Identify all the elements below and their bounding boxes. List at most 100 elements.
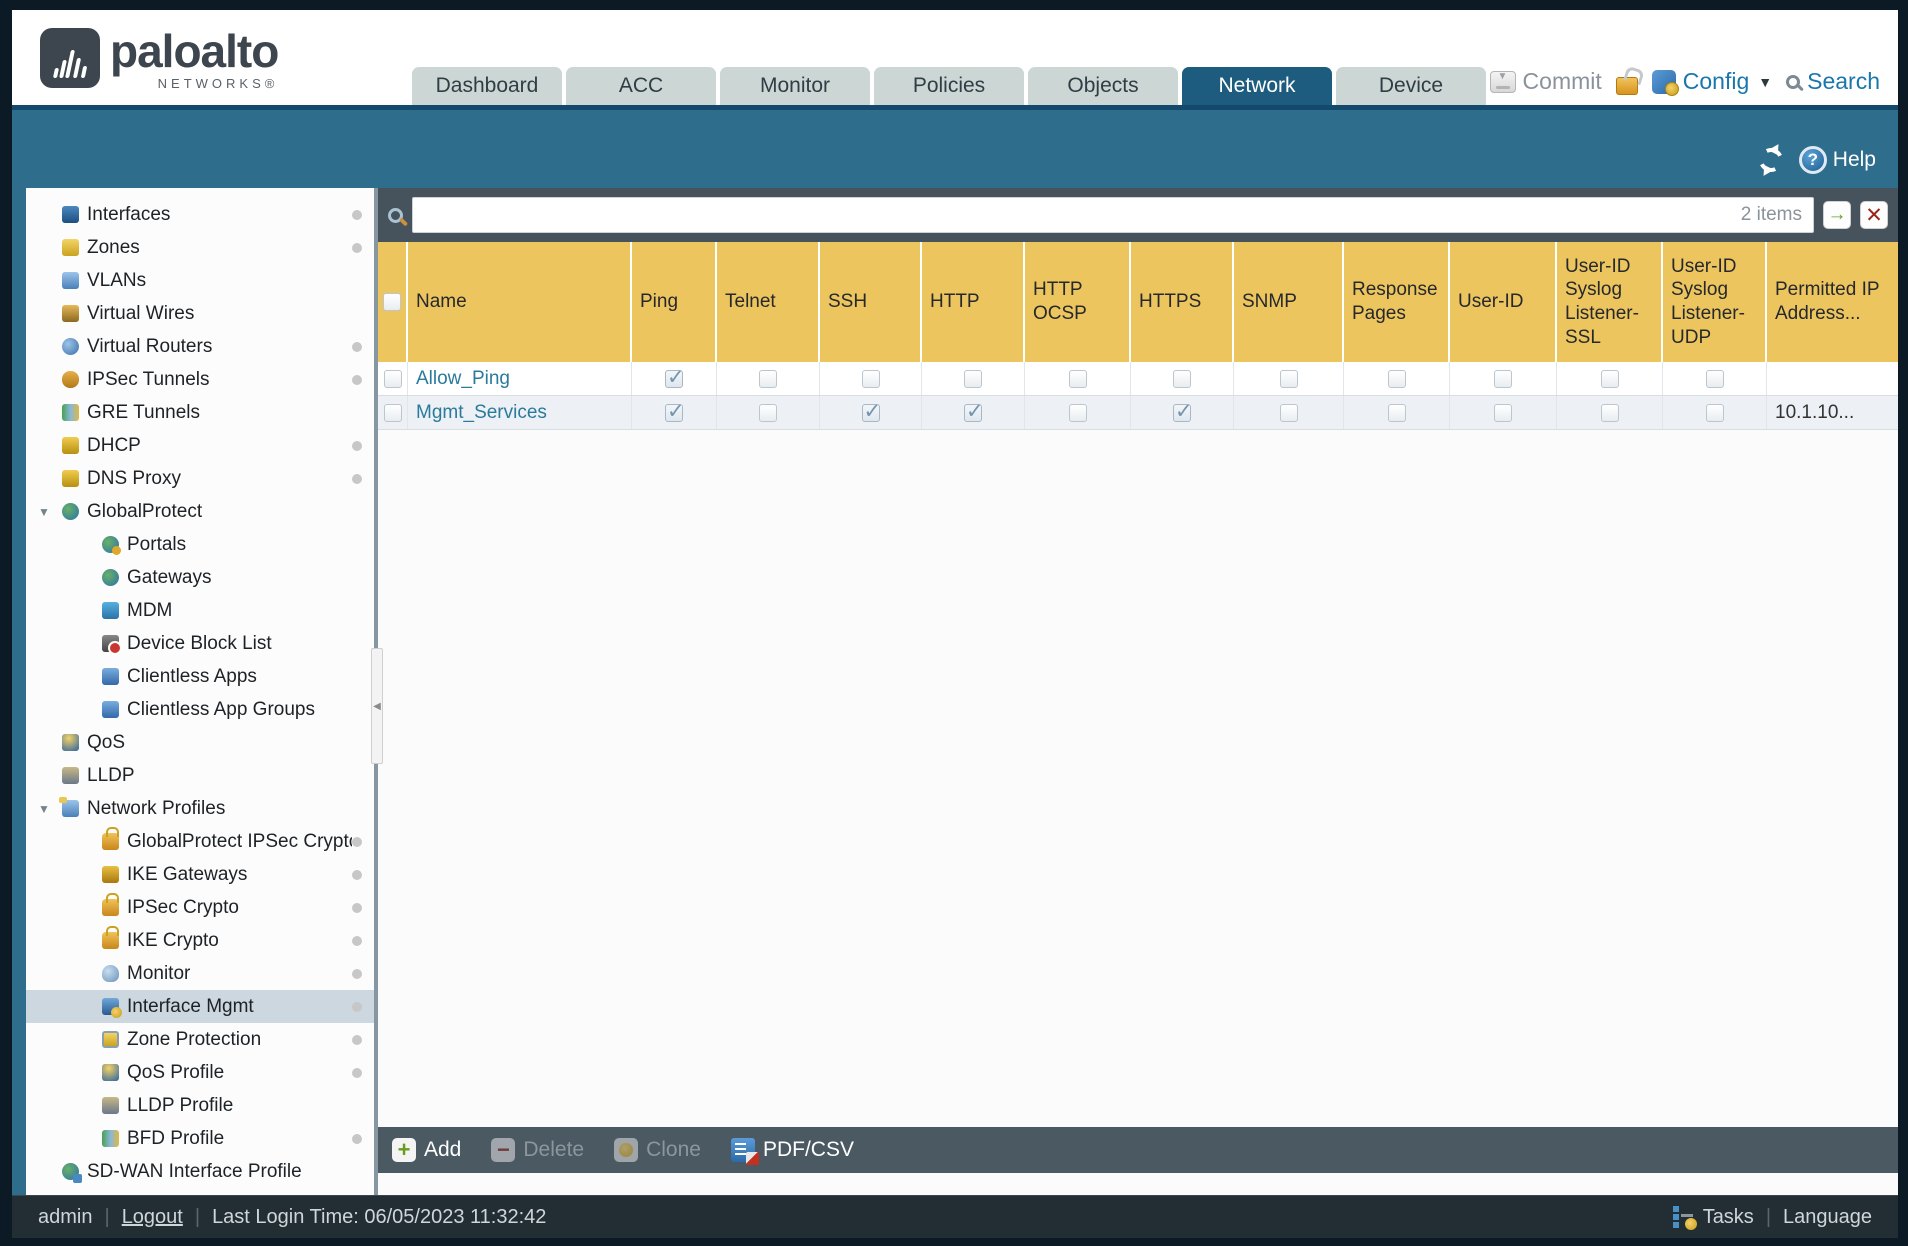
service-checkbox[interactable] <box>1068 403 1087 422</box>
sidebar-item-lldp-profile[interactable]: LLDP Profile <box>26 1089 374 1122</box>
item-menu-dot[interactable] <box>352 935 362 946</box>
sidebar-item-clientless-apps[interactable]: Clientless Apps <box>26 660 374 693</box>
lock-icon[interactable] <box>1615 76 1638 95</box>
language-link[interactable]: Language <box>1783 1206 1872 1229</box>
item-menu-dot[interactable] <box>352 473 362 484</box>
sidebar-item-label: BFD Profile <box>127 1127 225 1149</box>
item-menu-dot[interactable] <box>352 1133 362 1144</box>
service-checkbox-checked[interactable] <box>665 365 685 390</box>
pdf-csv-button[interactable]: PDF/CSV <box>730 1138 854 1165</box>
clientless-app-groups-icon <box>102 701 119 718</box>
sidebar-item-vlans[interactable]: VLANs <box>26 264 374 297</box>
service-checkbox[interactable] <box>1600 403 1619 422</box>
service-checkbox[interactable] <box>1494 369 1512 388</box>
item-menu-dot[interactable] <box>352 242 362 253</box>
item-menu-dot[interactable] <box>352 902 362 913</box>
item-menu-dot[interactable] <box>352 836 362 847</box>
sidebar-item-gre-tunnels[interactable]: GRE Tunnels <box>26 396 374 429</box>
service-checkbox[interactable] <box>1600 369 1619 388</box>
item-menu-dot[interactable] <box>352 209 362 220</box>
sidebar-collapse-handle[interactable]: ◀ <box>371 648 383 764</box>
sidebar-item-virtual-routers[interactable]: Virtual Routers <box>26 330 374 363</box>
sidebar-item-ipsec-crypto[interactable]: IPSec Crypto <box>26 891 374 924</box>
sidebar-item-interface-mgmt[interactable]: Interface Mgmt <box>26 990 374 1023</box>
profile-name-link[interactable]: Mgmt_Services <box>416 402 547 424</box>
item-menu-dot[interactable] <box>352 1034 362 1045</box>
sidebar-tree: Interfaces Zones VLANs Virtual Wires Virtual… <box>26 188 378 1195</box>
tab-objects[interactable]: Objects <box>1028 67 1178 105</box>
service-checkbox-checked[interactable] <box>861 399 881 424</box>
item-menu-dot[interactable] <box>352 968 362 979</box>
service-checkbox[interactable] <box>1387 403 1406 422</box>
sidebar-item-portals[interactable]: Portals <box>26 528 374 561</box>
service-checkbox-checked[interactable] <box>964 399 984 424</box>
service-checkbox[interactable] <box>964 369 982 388</box>
tasks-link[interactable]: Tasks <box>1703 1206 1754 1229</box>
sidebar-item-zones[interactable]: Zones <box>26 231 374 264</box>
item-menu-dot[interactable] <box>352 440 362 451</box>
row-select-checkbox[interactable] <box>383 403 402 422</box>
service-checkbox[interactable] <box>1705 403 1724 422</box>
service-checkbox[interactable] <box>1068 369 1087 388</box>
tab-dashboard[interactable]: Dashboard <box>412 67 562 105</box>
sidebar-item-gateways[interactable]: Gateways <box>26 561 374 594</box>
item-menu-dot[interactable] <box>352 1067 362 1078</box>
service-checkbox-checked[interactable] <box>1173 399 1193 424</box>
sidebar-item-ike-gateways[interactable]: IKE Gateways <box>26 858 374 891</box>
service-checkbox[interactable] <box>861 369 880 388</box>
sidebar-item-lldp[interactable]: LLDP <box>26 759 374 792</box>
item-menu-dot[interactable] <box>352 1001 362 1012</box>
sidebar-item-sd-wan-interface-profile[interactable]: SD-WAN Interface Profile <box>26 1155 374 1188</box>
help-button[interactable]: ? Help <box>1798 146 1876 174</box>
tab-policies[interactable]: Policies <box>874 67 1024 105</box>
sidebar-item-bfd-profile[interactable]: BFD Profile <box>26 1122 374 1155</box>
service-checkbox[interactable] <box>1705 369 1724 388</box>
refresh-icon[interactable] <box>1755 144 1787 176</box>
service-checkbox[interactable] <box>1494 403 1512 422</box>
service-checkbox[interactable] <box>759 403 777 422</box>
item-menu-dot[interactable] <box>352 869 362 880</box>
sidebar-item-ipsec-tunnels[interactable]: IPSec Tunnels <box>26 363 374 396</box>
logout-link[interactable]: Logout <box>122 1206 183 1229</box>
tab-device[interactable]: Device <box>1336 67 1486 105</box>
service-checkbox[interactable] <box>1279 403 1298 422</box>
sidebar-item-dhcp[interactable]: DHCP <box>26 429 374 462</box>
config-button[interactable]: Config ▼ <box>1651 68 1772 96</box>
sidebar-item-zone-protection[interactable]: Zone Protection <box>26 1023 374 1056</box>
add-button[interactable]: + Add <box>392 1137 461 1162</box>
service-checkbox[interactable] <box>759 369 777 388</box>
sidebar-item-interfaces[interactable]: Interfaces <box>26 198 374 231</box>
sidebar-item-ike-crypto[interactable]: IKE Crypto <box>26 924 374 957</box>
sidebar-item-qos[interactable]: QoS <box>26 726 374 759</box>
service-checkbox[interactable] <box>1279 369 1298 388</box>
select-all-checkbox[interactable] <box>383 293 401 311</box>
apply-filter-button[interactable]: → <box>1823 201 1851 229</box>
sidebar-item-qos-profile[interactable]: QoS Profile <box>26 1056 374 1089</box>
tab-network[interactable]: Network <box>1182 67 1332 105</box>
service-checkbox[interactable] <box>1173 369 1191 388</box>
tab-acc[interactable]: ACC <box>566 67 716 105</box>
sidebar-item-network-profiles[interactable]: ▼ Network Profiles <box>26 792 374 825</box>
sidebar-item-dns-proxy[interactable]: DNS Proxy <box>26 462 374 495</box>
item-menu-dot[interactable] <box>352 341 362 352</box>
clear-filter-button[interactable]: ✕ <box>1860 201 1888 229</box>
sidebar-item-globalprotect[interactable]: ▼ GlobalProtect <box>26 495 374 528</box>
collapse-triangle-icon[interactable]: ▼ <box>38 802 62 816</box>
service-checkbox[interactable] <box>1387 369 1406 388</box>
tasks-icon[interactable] <box>1672 1206 1697 1230</box>
tab-monitor[interactable]: Monitor <box>720 67 870 105</box>
profile-name-link[interactable]: Allow_Ping <box>416 368 510 390</box>
sidebar-item-mdm[interactable]: MDM <box>26 594 374 627</box>
sidebar-item-globalprotect-ipsec-crypto[interactable]: GlobalProtect IPSec Crypto <box>26 825 374 858</box>
sidebar-item-device-block-list[interactable]: Device Block List <box>26 627 374 660</box>
sidebar-item-clientless-app-groups[interactable]: Clientless App Groups <box>26 693 374 726</box>
sidebar-item-virtual-wires[interactable]: Virtual Wires <box>26 297 374 330</box>
search-button[interactable]: Search <box>1786 68 1880 95</box>
collapse-triangle-icon[interactable]: ▼ <box>38 505 62 519</box>
sidebar-item-monitor[interactable]: Monitor <box>26 957 374 990</box>
service-checkbox-checked[interactable] <box>665 399 685 424</box>
filter-input[interactable] <box>412 197 1814 233</box>
row-select-checkbox[interactable] <box>383 369 402 388</box>
item-menu-dot[interactable] <box>352 374 362 385</box>
commit-button[interactable]: Commit <box>1489 68 1602 95</box>
